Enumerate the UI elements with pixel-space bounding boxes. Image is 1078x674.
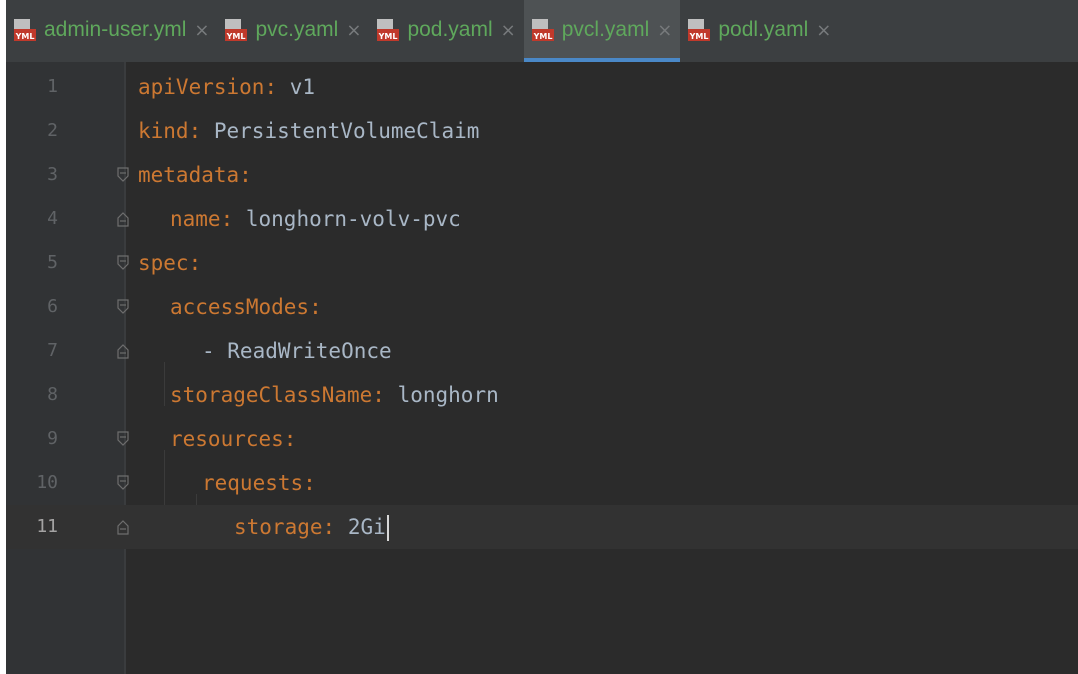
yaml-colon: :	[322, 515, 336, 539]
line-number: 1	[47, 76, 58, 97]
svg-text:YML: YML	[378, 32, 398, 41]
code-text: storageClassName: longhorn	[170, 373, 499, 417]
yaml-value: longhorn-volv-pvc	[233, 207, 461, 231]
yaml-key: accessModes	[170, 295, 310, 319]
svg-text:YML: YML	[532, 32, 552, 41]
yaml-key: kind	[138, 119, 189, 143]
yaml-key: apiVersion	[138, 75, 265, 99]
code-line[interactable]: 2 kind: PersistentVolumeClaim	[6, 109, 1078, 153]
text-cursor	[386, 515, 389, 541]
yml-file-icon: YML	[530, 17, 556, 43]
yaml-colon: :	[309, 295, 322, 319]
line-number: 2	[47, 120, 58, 141]
yaml-value: PersistentVolumeClaim	[201, 119, 480, 143]
tab-admin-user-yml[interactable]: YML admin-user.yml ×	[6, 0, 217, 60]
yaml-key: spec	[138, 251, 189, 275]
yaml-key: name	[170, 207, 221, 231]
line-number: 6	[47, 296, 58, 317]
tab-bar: YML admin-user.yml × YML pvc.yaml × YML …	[6, 0, 1078, 62]
code-line[interactable]: 1 apiVersion: v1	[6, 65, 1078, 109]
yaml-value: v1	[277, 75, 316, 99]
code-line[interactable]: 5 spec:	[6, 241, 1078, 285]
yml-file-icon: YML	[12, 17, 38, 43]
yaml-colon: :	[264, 75, 278, 99]
svg-text:YML: YML	[15, 32, 35, 41]
code-line[interactable]: 7 - ReadWriteOnce	[6, 329, 1078, 373]
code-text: name: longhorn-volv-pvc	[170, 197, 461, 241]
code-text: requests:	[202, 461, 316, 505]
fold-close-icon[interactable]	[116, 211, 130, 227]
code-line[interactable]: 8 storageClassName: longhorn	[6, 373, 1078, 417]
line-number: 9	[47, 428, 58, 449]
line-number: 5	[47, 252, 58, 273]
line-number: 7	[47, 340, 58, 361]
svg-text:YML: YML	[689, 32, 709, 41]
line-number: 8	[47, 384, 58, 405]
editor-window: YML admin-user.yml × YML pvc.yaml × YML …	[6, 0, 1078, 674]
tab-podl-yaml[interactable]: YML podl.yaml ×	[680, 0, 839, 60]
code-text: accessModes:	[170, 285, 322, 329]
fold-close-icon[interactable]	[116, 343, 130, 359]
code-line[interactable]: 9 resources:	[6, 417, 1078, 461]
close-icon[interactable]: ×	[657, 20, 672, 41]
tab-label: admin-user.yml	[44, 18, 187, 41]
yaml-colon: :	[303, 471, 316, 495]
code-editor[interactable]: 1 apiVersion: v1 2 kind: PersistentVolum…	[6, 62, 1078, 674]
yaml-colon: :	[188, 251, 202, 275]
yaml-value: - ReadWriteOnce	[202, 339, 392, 363]
code-text: storage: 2Gi	[234, 505, 389, 549]
yaml-key: resources	[170, 427, 284, 451]
line-number: 3	[47, 164, 58, 185]
tab-pvcl-yaml[interactable]: YML pvcl.yaml ×	[523, 0, 681, 62]
svg-text:YML: YML	[226, 32, 246, 41]
yaml-key: metadata	[138, 163, 240, 187]
code-text: kind: PersistentVolumeClaim	[138, 109, 479, 153]
fold-open-icon[interactable]	[116, 475, 130, 491]
fold-close-icon[interactable]	[116, 519, 130, 535]
close-icon[interactable]: ×	[194, 20, 209, 41]
yaml-value: longhorn	[384, 383, 499, 407]
code-line[interactable]: 3 metadata:	[6, 153, 1078, 197]
line-number: 10	[36, 472, 58, 493]
code-line[interactable]: 6 accessModes:	[6, 285, 1078, 329]
yaml-colon: :	[372, 383, 385, 407]
line-number: 11	[36, 516, 58, 537]
yaml-value: 2Gi	[335, 515, 386, 539]
yaml-colon: :	[239, 163, 252, 187]
fold-open-icon[interactable]	[116, 167, 130, 183]
yaml-colon: :	[283, 427, 297, 451]
code-text: apiVersion: v1	[138, 65, 315, 109]
code-text: resources:	[170, 417, 296, 461]
line-number: 4	[47, 208, 58, 229]
fold-open-icon[interactable]	[116, 431, 130, 447]
code-line[interactable]: 10 requests:	[6, 461, 1078, 505]
yml-file-icon: YML	[686, 17, 712, 43]
yaml-key: requests	[202, 471, 304, 495]
close-icon[interactable]: ×	[346, 20, 361, 41]
tab-label: pvcl.yaml	[561, 18, 650, 41]
tab-label: pod.yaml	[407, 18, 493, 41]
fold-open-icon[interactable]	[116, 299, 130, 315]
tab-pod-yaml[interactable]: YML pod.yaml ×	[369, 0, 523, 60]
tab-pvc-yaml[interactable]: YML pvc.yaml ×	[217, 0, 369, 60]
yaml-key: storage	[234, 515, 323, 539]
yaml-colon: :	[188, 119, 202, 143]
close-icon[interactable]: ×	[816, 20, 831, 41]
code-text: spec:	[138, 241, 201, 285]
code-text: metadata:	[138, 153, 252, 197]
close-icon[interactable]: ×	[501, 20, 516, 41]
yaml-key: storageClassName	[170, 383, 373, 407]
tab-label: podl.yaml	[718, 18, 809, 41]
tab-label: pvc.yaml	[255, 18, 339, 41]
code-text: - ReadWriteOnce	[202, 329, 392, 373]
fold-open-icon[interactable]	[116, 255, 130, 271]
yaml-colon: :	[220, 207, 234, 231]
yml-file-icon: YML	[223, 17, 249, 43]
code-line[interactable]: 4 name: longhorn-volv-pvc	[6, 197, 1078, 241]
code-line-current[interactable]: 11 storage: 2Gi	[6, 505, 1078, 549]
yml-file-icon: YML	[375, 17, 401, 43]
